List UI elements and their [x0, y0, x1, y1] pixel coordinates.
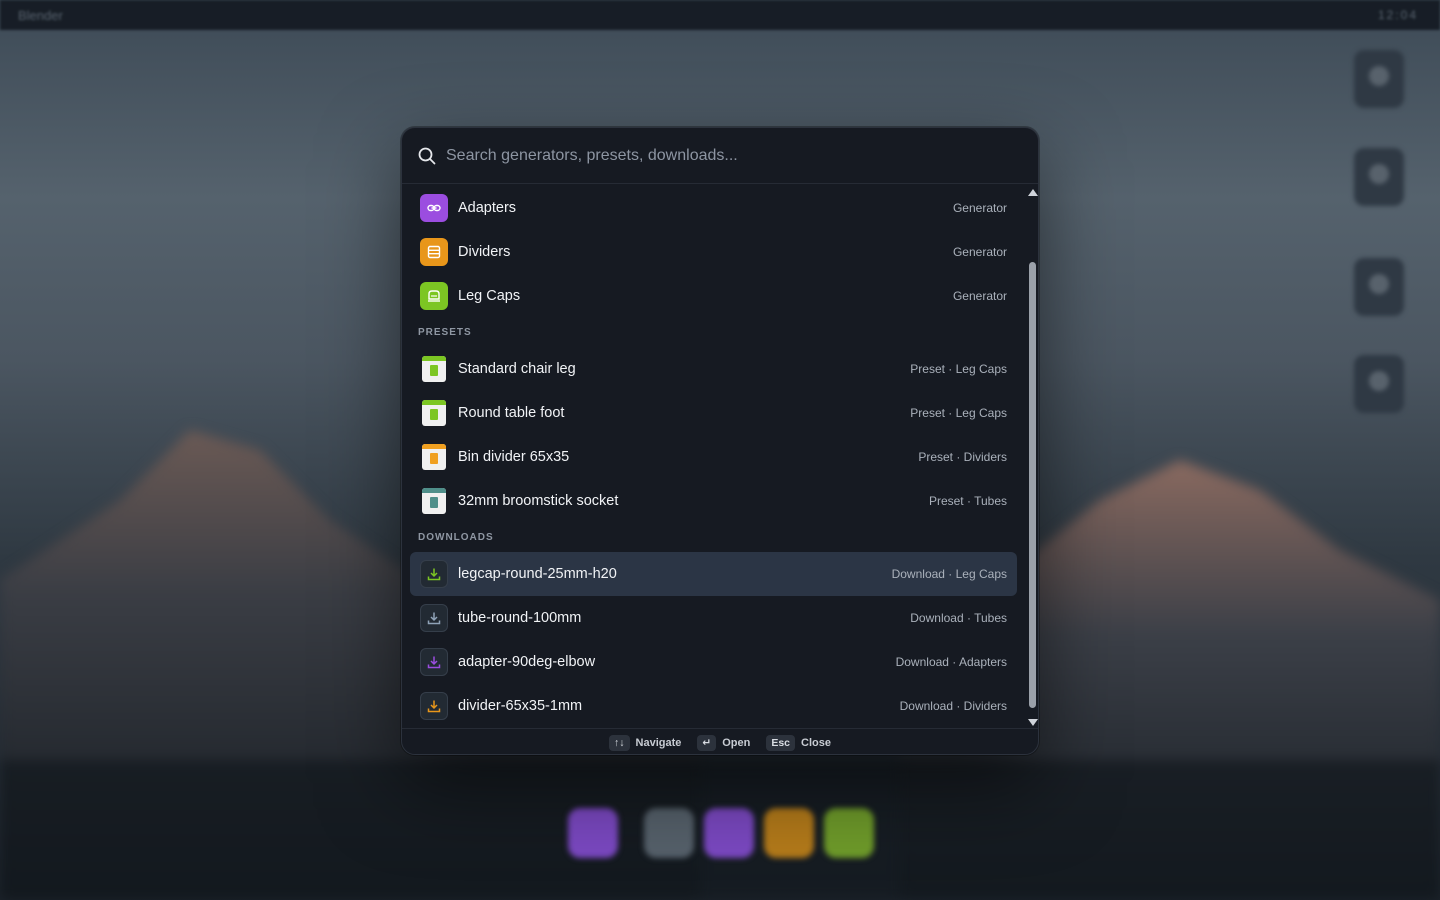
result-row-bin-divider[interactable]: Bin divider 65x35 Preset · Dividers: [410, 435, 1017, 479]
result-row-broomstick-socket[interactable]: 32mm broomstick socket Preset · Tubes: [410, 479, 1017, 523]
result-label: tube-round-100mm: [458, 610, 582, 626]
link-icon: [420, 194, 448, 222]
result-label: Standard chair leg: [458, 361, 576, 377]
result-meta: Download · Dividers: [899, 699, 1007, 713]
arrow-keys-icon: ↑↓: [609, 734, 630, 751]
cap-icon: [420, 282, 448, 310]
scroll-up-arrow-icon[interactable]: [1028, 189, 1038, 196]
result-label: adapter-90deg-elbow: [458, 654, 596, 670]
result-row-tube-download[interactable]: tube-round-100mm Download · Tubes: [410, 596, 1017, 640]
menu-bar: Blender 12:04: [0, 0, 1440, 30]
result-label: Round table foot: [458, 405, 565, 421]
result-row-leg-caps[interactable]: Leg Caps Generator: [410, 274, 1017, 318]
download-icon: [420, 692, 448, 720]
esc-key: Esc: [766, 734, 795, 751]
section-header-downloads: DOWNLOADS: [418, 532, 494, 543]
bookmark-icon: [422, 400, 446, 426]
hint-label: Navigate: [635, 736, 682, 749]
result-meta: Download · Adapters: [895, 655, 1007, 669]
result-row-standard-chair-leg[interactable]: Standard chair leg Preset · Leg Caps: [410, 347, 1017, 391]
dock-app-icon[interactable]: [704, 808, 754, 858]
dock-app-icon[interactable]: [644, 808, 694, 858]
result-label: Adapters: [458, 200, 517, 216]
search-icon: [418, 147, 436, 164]
enter-key-icon: ↵: [697, 734, 717, 751]
result-row-legcap-download[interactable]: legcap-round-25mm-h20 Download · Leg Cap…: [410, 552, 1017, 596]
dock: [560, 808, 880, 868]
bookmark-icon: [422, 444, 446, 470]
section-header-presets: PRESETS: [418, 327, 472, 338]
result-meta: Generator: [952, 245, 1007, 259]
bookmark-icon: [422, 488, 446, 514]
hint-close: Esc Close: [766, 734, 831, 751]
result-meta: Generator: [952, 289, 1007, 303]
result-meta: Preset · Dividers: [918, 450, 1007, 464]
result-meta: Preset · Leg Caps: [910, 406, 1007, 420]
result-label: legcap-round-25mm-h20: [458, 566, 617, 582]
hint-navigate: ↑↓ Navigate: [609, 734, 682, 751]
dock-app-icon[interactable]: [824, 808, 874, 858]
search-bar: [402, 128, 1038, 184]
keyboard-hints: ↑↓ Navigate ↵ Open Esc Close: [402, 728, 1038, 754]
result-label: Bin divider 65x35: [458, 449, 570, 465]
scroll-down-arrow-icon[interactable]: [1028, 719, 1038, 726]
rows-icon: [420, 238, 448, 266]
result-meta: Generator: [952, 201, 1007, 215]
results-scrollbar[interactable]: [1027, 186, 1038, 728]
desktop-icon[interactable]: [1354, 148, 1404, 206]
result-meta: Download · Tubes: [910, 611, 1007, 625]
download-icon: [420, 648, 448, 676]
desktop-icon[interactable]: [1354, 355, 1404, 413]
result-meta: Preset · Tubes: [928, 494, 1007, 508]
search-input[interactable]: [446, 146, 1038, 165]
result-row-divider-download[interactable]: divider-65x35-1mm Download · Dividers: [410, 684, 1017, 728]
desktop-icon[interactable]: [1354, 50, 1404, 108]
result-label: Dividers: [458, 244, 511, 260]
dock-app-icon[interactable]: [764, 808, 814, 858]
desktop-icon[interactable]: [1354, 258, 1404, 316]
scrollbar-thumb[interactable]: [1029, 262, 1036, 708]
download-icon: [420, 560, 448, 588]
result-label: Leg Caps: [458, 288, 521, 304]
result-meta: Download · Leg Caps: [891, 567, 1007, 581]
bookmark-icon: [422, 356, 446, 382]
result-label: 32mm broomstick socket: [458, 493, 619, 509]
result-label: divider-65x35-1mm: [458, 698, 583, 714]
command-palette: Adapters Generator Dividers Generator: [401, 127, 1039, 755]
result-row-round-table-foot[interactable]: Round table foot Preset · Leg Caps: [410, 391, 1017, 435]
menubar-app-name: Blender: [18, 8, 63, 23]
results-list: Adapters Generator Dividers Generator Le…: [410, 185, 1018, 728]
menubar-status: 12:04: [1377, 8, 1418, 22]
download-icon: [420, 604, 448, 632]
hint-open: ↵ Open: [697, 734, 751, 751]
result-row-adapter-download[interactable]: adapter-90deg-elbow Download · Adapters: [410, 640, 1017, 684]
hint-label: Close: [801, 736, 831, 749]
dock-app-icon[interactable]: [568, 808, 618, 858]
result-row-adapters[interactable]: Adapters Generator: [410, 186, 1017, 230]
result-row-dividers[interactable]: Dividers Generator: [410, 230, 1017, 274]
hint-label: Open: [722, 736, 751, 749]
result-meta: Preset · Leg Caps: [910, 362, 1007, 376]
